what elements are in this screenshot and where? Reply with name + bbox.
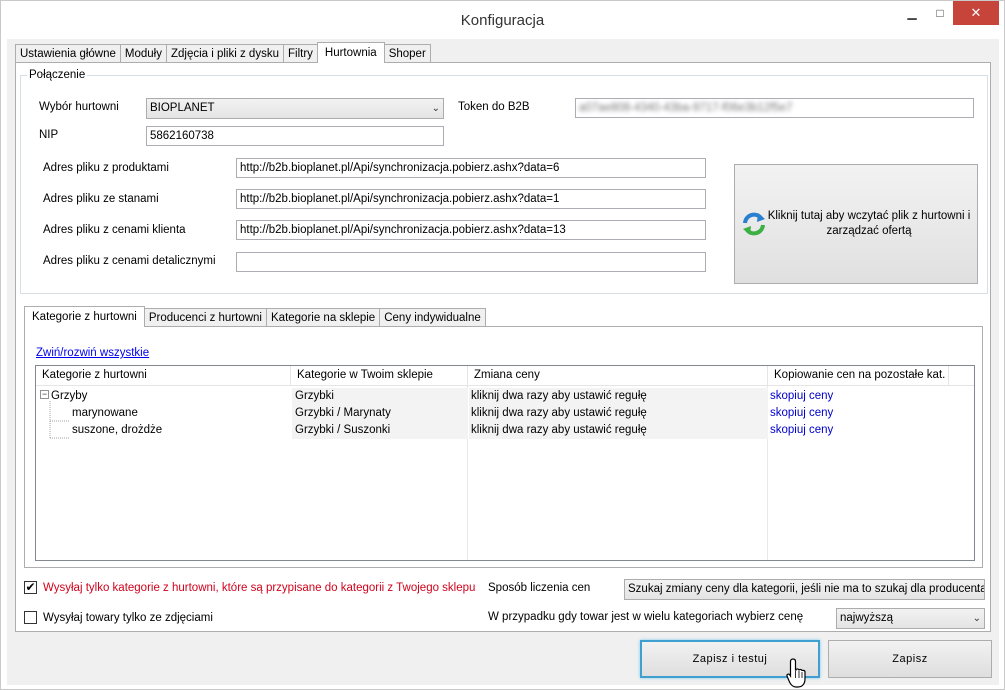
products-url-label: Adres pliku z produktami [43, 162, 169, 174]
pricing-method-select[interactable]: Szukaj zmiany ceny dla kategorii, jeśli … [624, 579, 985, 600]
token-value: a07ae808-4340-43ba-9717-f06e3b12f5e7 [579, 102, 793, 114]
load-wholesale-file-button[interactable]: Kliknij tutaj aby wczytać plik z hurtown… [734, 164, 978, 284]
tab-hurtownia[interactable]: Hurtownia [316, 42, 385, 63]
tree-row[interactable]: marynowane Grzybki / Marynaty kliknij dw… [36, 405, 974, 422]
chevron-down-icon: ⌄ [431, 103, 440, 114]
tab-ceny-indywidualne[interactable]: Ceny indywidualne [379, 308, 486, 327]
category-tree[interactable]: Kategorie z hurtowni Kategorie w Twoim s… [35, 365, 975, 561]
hand-cursor-icon [786, 658, 806, 688]
connection-legend: Połączenie [29, 69, 86, 81]
token-input[interactable]: a07ae808-4340-43ba-9717-f06e3b12f5e7 [575, 98, 974, 118]
send-only-assigned-checkbox[interactable]: ✔ [24, 581, 37, 594]
expand-collapse-all-link[interactable]: Zwiń/rozwiń wszystkie [36, 347, 149, 359]
multi-category-value: najwyższą [840, 612, 894, 624]
minimize-icon[interactable]: ▁ [897, 1, 927, 25]
hurtownia-panel: Połączenie Wybór hurtowni BIOPLANET ⌄ To… [15, 62, 991, 632]
inner-tabs: Kategorie z hurtowni Producenci z hurtow… [24, 305, 486, 327]
tab-producenci-z-hurtowni[interactable]: Producenci z hurtowni [143, 308, 267, 327]
retail-prices-url-label: Adres pliku z cenami detalicznymi [43, 255, 216, 267]
tree-lines [49, 401, 70, 439]
pricing-method-value: Szukaj zmiany ceny dla kategorii, jeśli … [628, 583, 985, 595]
tab-kategorie-na-sklepie[interactable]: Kategorie na sklepie [266, 308, 381, 327]
send-only-assigned-label: Wysyłaj tylko kategorie z hurtowni, któr… [43, 582, 476, 594]
send-only-photos-checkbox[interactable] [24, 611, 37, 624]
stock-url-input[interactable]: http://b2b.bioplanet.pl/Api/synchronizac… [236, 189, 706, 209]
pricing-method-label: Sposób liczenia cen [488, 582, 591, 594]
load-button-label: Kliknij tutaj aby wczytać plik z hurtown… [767, 210, 971, 237]
config-window: Konfiguracja ▁ □ ✕ Ustawienia główne Mod… [0, 0, 1005, 690]
token-label: Token do B2B [458, 101, 530, 113]
copy-prices-link[interactable]: skopiuj ceny [770, 405, 950, 422]
chevron-down-icon: ⌄ [972, 584, 981, 595]
copy-prices-link[interactable]: skopiuj ceny [770, 388, 950, 405]
maximize-icon[interactable]: □ [925, 1, 955, 25]
tree-cell-category: suszone, drożdże [72, 424, 163, 436]
column-header[interactable]: Kategorie w Twoim sklepie [291, 366, 468, 386]
tab-zdjecia[interactable]: Zdjęcia i pliki z dysku [165, 44, 284, 63]
multi-category-label: W przypadku gdy towar jest w wielu kateg… [488, 611, 804, 623]
multi-category-select[interactable]: najwyższą ⌄ [836, 608, 985, 629]
tab-moduly[interactable]: Moduły [119, 44, 167, 63]
stock-url-label: Adres pliku ze stanami [43, 193, 159, 205]
tree-cell-shop-category: Grzybki / Suszonki [292, 422, 468, 439]
tab-shoper[interactable]: Shoper [383, 44, 431, 63]
column-header[interactable]: Kopiowanie cen na pozostałe kat. [768, 366, 949, 386]
window-title: Konfiguracja [460, 12, 545, 29]
tree-cell-category: − Grzyby [40, 389, 88, 402]
tree-cell-price-change[interactable]: kliknij dwa razy aby ustawić regułę [469, 388, 768, 405]
wholesaler-label: Wybór hurtowni [39, 101, 119, 113]
sync-icon [741, 211, 767, 237]
client-prices-url-label: Adres pliku z cenami klienta [43, 224, 186, 236]
nip-input[interactable]: 5862160738 [146, 126, 444, 146]
save-button[interactable]: Zapisz [828, 640, 992, 678]
tree-header: Kategorie z hurtowni Kategorie w Twoim s… [36, 366, 974, 386]
client-area: Ustawienia główne Moduły Zdjęcia i pliki… [7, 39, 999, 685]
wholesaler-value: BIOPLANET [150, 102, 215, 114]
products-url-input[interactable]: http://b2b.bioplanet.pl/Api/synchronizac… [236, 158, 706, 178]
title-bar[interactable]: Konfiguracja ▁ □ ✕ [1, 1, 1004, 39]
tree-cell-category: marynowane [72, 407, 138, 419]
tree-row[interactable]: suszone, drożdże Grzybki / Suszonki klik… [36, 422, 974, 439]
copy-prices-link[interactable]: skopiuj ceny [770, 422, 950, 439]
main-tabs: Ustawienia główne Moduły Zdjęcia i pliki… [15, 41, 431, 63]
tree-cell-price-change[interactable]: kliknij dwa razy aby ustawić regułę [469, 405, 768, 422]
tab-filtry[interactable]: Filtry [282, 44, 318, 63]
categories-panel: Zwiń/rozwiń wszystkie Kategorie z hurtow… [24, 326, 983, 568]
tree-row[interactable]: − Grzyby Grzybki kliknij dwa razy aby ust… [36, 388, 974, 405]
close-icon[interactable]: ✕ [953, 1, 999, 25]
tree-cell-shop-category: Grzybki [292, 388, 468, 405]
nip-label: NIP [39, 129, 59, 141]
chevron-down-icon: ⌄ [972, 613, 981, 624]
tab-ustawienia-glowne[interactable]: Ustawienia główne [15, 44, 121, 63]
send-only-photos-label: Wysyłaj towary tylko ze zdjęciami [43, 612, 213, 624]
retail-prices-url-input[interactable] [236, 252, 706, 272]
tab-kategorie-z-hurtowni[interactable]: Kategorie z hurtowni [24, 306, 145, 327]
client-prices-url-input[interactable]: http://b2b.bioplanet.pl/Api/synchronizac… [236, 220, 706, 240]
connection-group: Połączenie Wybór hurtowni BIOPLANET ⌄ To… [20, 69, 988, 294]
wholesaler-select[interactable]: BIOPLANET ⌄ [146, 98, 444, 119]
tree-cell-shop-category: Grzybki / Marynaty [292, 405, 468, 422]
column-header[interactable]: Zmiana ceny [468, 366, 768, 386]
tree-cell-price-change[interactable]: kliknij dwa razy aby ustawić regułę [469, 422, 768, 439]
column-header[interactable]: Kategorie z hurtowni [36, 366, 291, 386]
